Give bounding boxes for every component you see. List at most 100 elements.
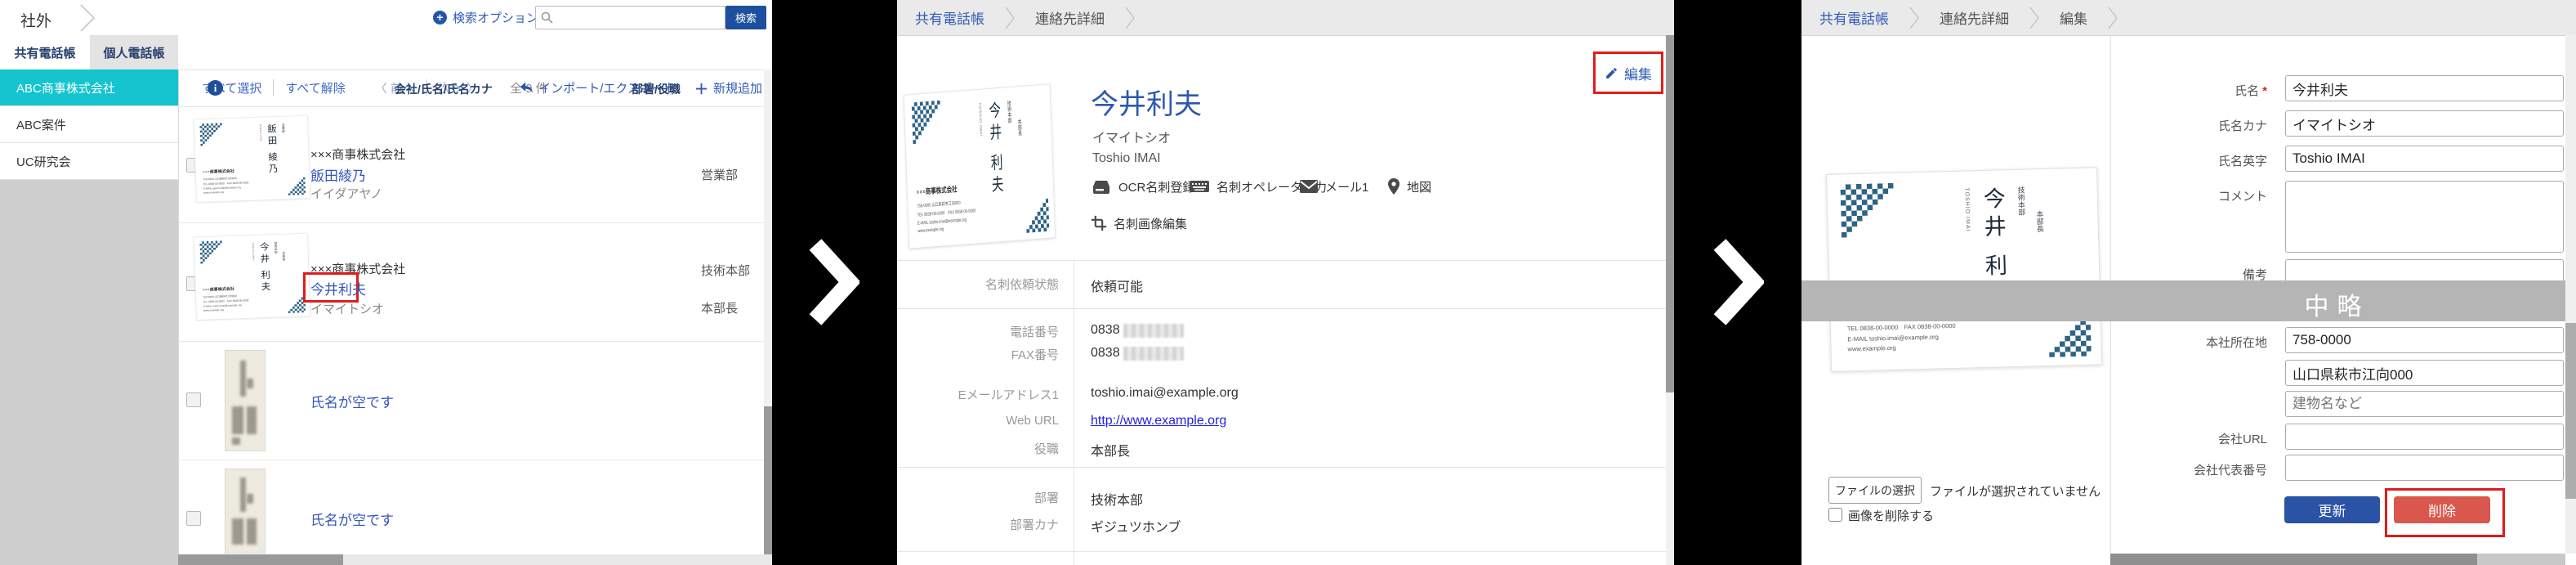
search-button[interactable]: 検索: [725, 6, 766, 29]
business-card-thumbnail: AYANO IIDA飯田 綾乃営業部 ×××商事株式会社758-0000 山口県…: [194, 115, 310, 202]
business-card-image: TOSHIO IMAI今井 利夫技術本部本部長 ×××商事株式会社758-000…: [904, 83, 1056, 249]
breadcrumb-chevron-icon: [1124, 6, 1136, 30]
card-pattern: [199, 123, 225, 148]
row-name-link[interactable]: 氏名が空です: [310, 509, 394, 529]
business-card-thumbnail: TOSHIO IMAI今井 利夫技術本部本部長 ×××商事株式会社758-000…: [194, 233, 310, 320]
row-checkbox[interactable]: [186, 511, 201, 526]
kana-field[interactable]: [2285, 110, 2564, 137]
name-label: 氏名*: [2120, 82, 2267, 99]
company-url-field[interactable]: [2285, 424, 2564, 450]
field-value-fax: 0838: [1091, 346, 1184, 361]
card-pattern: [1023, 195, 1050, 234]
contact-roman: Toshio IMAI: [1092, 151, 1161, 166]
postal-code-field[interactable]: [2285, 327, 2564, 353]
field-label: 部署: [897, 489, 1059, 506]
row-dept: 営業部: [701, 166, 738, 183]
web-url-link[interactable]: http://www.example.org: [1091, 414, 1226, 428]
search-options-label: 検索オプション: [453, 9, 538, 26]
sidebar-item-abc-shoji[interactable]: ABC商事株式会社: [0, 70, 178, 106]
roman-field[interactable]: [2285, 146, 2564, 172]
card-pattern: [285, 175, 306, 195]
breadcrumb: 共有電話帳 連絡先詳細 編集: [1801, 0, 2576, 36]
company-tel-field[interactable]: [2285, 455, 2564, 481]
search-options-button[interactable]: + 検索オプション: [433, 9, 538, 26]
search-icon: [541, 11, 553, 24]
delete-button[interactable]: 削除: [2394, 496, 2490, 523]
sidebar-item-uc-kenkyukai[interactable]: UC研究会: [0, 143, 178, 180]
file-select-button[interactable]: ファイルの選択: [1828, 477, 1922, 504]
keyboard-icon: [1189, 179, 1210, 194]
field-divider: [897, 467, 1674, 468]
column-dept-role: 部署/役職: [632, 81, 681, 97]
building-field[interactable]: [2285, 391, 2564, 417]
company-url-label: 会社URL: [2120, 430, 2267, 447]
field-label: 部署カナ: [897, 516, 1059, 533]
contact-detail-panel: 共有電話帳 連絡先詳細 編集 TOSHIO IMAI今井 利夫技術本部本部長 ×…: [897, 0, 1674, 565]
next-step-arrow-icon: [807, 238, 859, 326]
breadcrumb-shared-phonebook[interactable]: 共有電話帳: [915, 7, 984, 28]
card-pattern: [912, 100, 945, 148]
row-checkbox[interactable]: [186, 392, 201, 407]
field-value-phone: 0838: [1091, 323, 1184, 338]
blurred-card-thumbnail: [225, 350, 266, 451]
breadcrumb-contact-detail[interactable]: 連絡先詳細: [1940, 7, 2009, 28]
phonebook-sidebar: ABC商事株式会社 ABC案件 UC研究会: [0, 70, 179, 565]
field-value: 技術本部: [1091, 489, 1143, 509]
mail-button[interactable]: メール1: [1299, 174, 1368, 199]
name-field[interactable]: [2285, 75, 2564, 101]
vertical-scrollbar-thumb[interactable]: [2565, 323, 2576, 499]
breadcrumb-contact-detail: 連絡先詳細: [1035, 7, 1105, 28]
map-pin-icon: [1387, 177, 1400, 195]
comment-label: コメント: [2120, 187, 2267, 204]
address-label: 本社所在地: [2120, 334, 2267, 351]
horizontal-scrollbar-thumb[interactable]: [2110, 554, 2477, 565]
row-kana: イイダアヤノ: [310, 185, 382, 202]
field-divider: [897, 551, 1674, 552]
map-button[interactable]: 地図: [1387, 174, 1431, 199]
vertical-scrollbar-thumb[interactable]: [1666, 35, 1674, 392]
edit-button[interactable]: 編集: [1624, 63, 1652, 83]
vertical-scrollbar-thumb[interactable]: [764, 406, 772, 558]
breadcrumb-chevron-icon: [1004, 6, 1016, 30]
row-name-link[interactable]: 氏名が空です: [310, 391, 394, 411]
field-value: toshio.imai@example.org: [1091, 386, 1239, 401]
update-button[interactable]: 更新: [2284, 496, 2380, 523]
tab-shared-phonebook[interactable]: 共有電話帳: [0, 35, 90, 70]
field-label: 名刺依頼状態: [897, 276, 1059, 293]
sidebar-item-abc-anken[interactable]: ABC案件: [0, 106, 178, 143]
field-label: Web URL: [897, 414, 1059, 428]
breadcrumb-chevron-icon: [2029, 6, 2040, 30]
remove-image-checkbox[interactable]: [1828, 508, 1842, 522]
remove-image-label: 画像を削除する: [1848, 507, 1934, 524]
field-label: Eメールアドレス1: [897, 386, 1059, 403]
search-input[interactable]: [557, 7, 722, 28]
screenshot-root: { "colors":{"accent_blue":"#2456a5","lin…: [0, 0, 2576, 565]
row-company: ×××商事株式会社: [310, 146, 405, 163]
crop-icon: [1091, 215, 1107, 231]
scanner-icon: [1091, 178, 1112, 195]
tab-personal-phonebook[interactable]: 個人電話帳: [90, 35, 178, 70]
edit-card-image-button[interactable]: 名刺画像編集: [1091, 211, 1187, 235]
card-pattern: [199, 240, 225, 266]
row-divider: [178, 341, 764, 342]
field-value: ギジュツホンブ: [1091, 516, 1181, 536]
info-icon[interactable]: i: [208, 80, 223, 96]
comment-field[interactable]: [2285, 181, 2564, 253]
row-name-link[interactable]: 飯田綾乃: [310, 164, 366, 185]
contact-kana: イマイトシオ: [1092, 127, 1171, 146]
horizontal-scrollbar-thumb[interactable]: [178, 554, 343, 565]
row-divider: [178, 222, 764, 223]
breadcrumb-chevron-icon: [78, 3, 99, 33]
address-field[interactable]: [2285, 360, 2564, 386]
blurred-card-thumbnail: [225, 469, 266, 554]
required-asterisk: *: [2262, 84, 2267, 98]
mail-icon: [1299, 179, 1319, 194]
breadcrumb-shared-phonebook[interactable]: 共有電話帳: [1819, 7, 1889, 28]
field-value: 本部長: [1091, 440, 1130, 460]
masked-digits: [1123, 347, 1184, 361]
contact-name: 今井利夫: [1091, 82, 1202, 122]
highlight-box-edit: 編集: [1593, 52, 1663, 94]
row-role: 本部長: [701, 299, 738, 316]
row-name-link[interactable]: 今井利夫: [310, 278, 366, 298]
ocr-register-button[interactable]: OCR名刺登録: [1091, 174, 1194, 199]
